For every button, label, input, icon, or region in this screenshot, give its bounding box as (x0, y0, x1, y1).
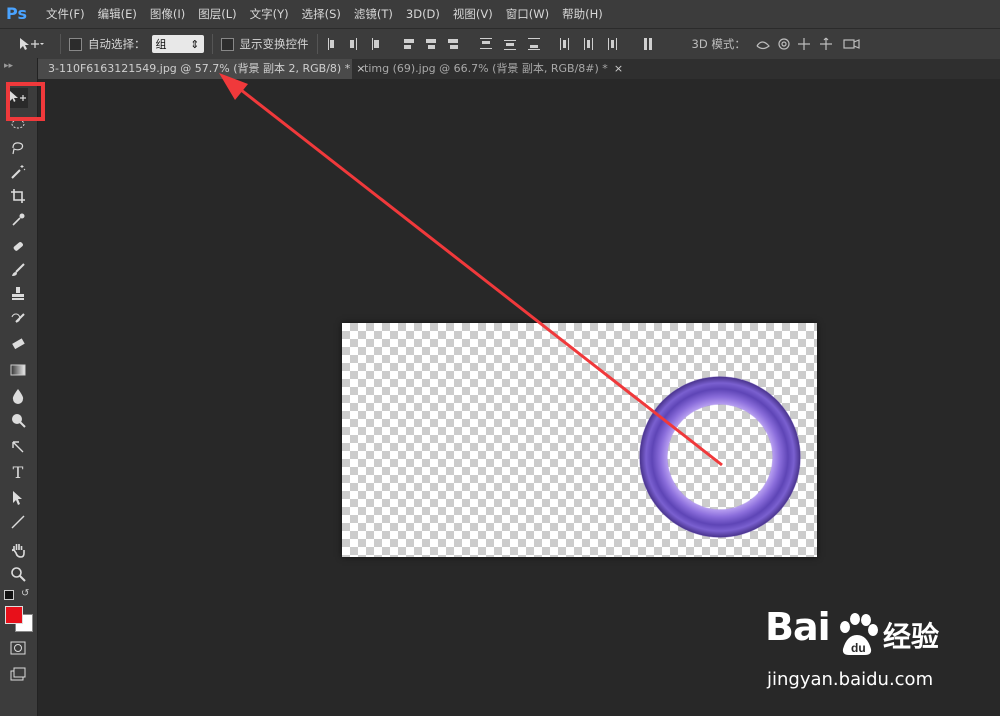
history-brush-tool[interactable] (8, 310, 28, 330)
menu-view[interactable]: 视图(V) (453, 6, 493, 22)
collapse-icon[interactable]: ▸▸ (4, 61, 13, 71)
magic-wand-icon (11, 165, 26, 179)
tab-document-1[interactable]: 3-110F6163121549.jpg @ 57.7% (背景 副本 2, R… (38, 59, 365, 79)
tab-document-2[interactable]: timg (69).jpg @ 66.7% (背景 副本, RGB/8#) * × (354, 59, 654, 79)
path-select-icon (13, 491, 22, 505)
line-icon (11, 515, 25, 529)
chevron-updown-icon: ⇕ (190, 37, 200, 51)
baidu-paw-icon: du (840, 613, 878, 655)
foreground-color-swatch[interactable] (5, 606, 23, 624)
hand-icon (11, 544, 25, 558)
swap-colors-icon[interactable]: ↺ (21, 588, 29, 599)
tab-label: 3-110F6163121549.jpg @ 57.7% (背景 副本 2, R… (48, 62, 351, 75)
hand-tool[interactable] (8, 540, 28, 560)
watermark-logo: Bai (765, 605, 831, 649)
baidu-watermark: Bai du 经验 jingyan.baidu.com (765, 605, 995, 695)
menu-select[interactable]: 选择(S) (302, 6, 341, 22)
menu-bar: Ps 文件(F) 编辑(E) 图像(I) 图层(L) 文字(Y) 选择(S) 滤… (0, 0, 1000, 28)
options-bar: 自动选择： 组 ⇕ 显示变换控件 3D 模式： (0, 28, 1000, 60)
screen-mode-icon (10, 667, 26, 681)
healing-brush-tool[interactable] (8, 236, 28, 256)
eyedropper-icon (12, 213, 25, 226)
path-select-tool[interactable] (8, 488, 28, 508)
menu-filter[interactable]: 滤镜(T) (354, 6, 393, 22)
gradient-tool[interactable] (8, 360, 28, 380)
crop-icon (11, 189, 25, 203)
quick-mask-button[interactable] (8, 638, 28, 658)
marquee-tool[interactable] (8, 114, 28, 134)
menu-edit[interactable]: 编辑(E) (98, 6, 137, 22)
ps-logo: Ps (6, 4, 27, 23)
blur-tool[interactable] (8, 386, 28, 406)
toolbox: ▸▸ T ↺ (0, 58, 38, 716)
move-tool[interactable] (8, 88, 28, 108)
history-brush-icon (11, 313, 25, 323)
default-colors-icon[interactable] (4, 590, 14, 600)
eyedropper-tool[interactable] (8, 210, 28, 230)
separator (316, 34, 318, 54)
type-tool[interactable]: T (8, 462, 28, 482)
3d-mode-icons[interactable] (754, 36, 874, 52)
clone-stamp-icon (12, 287, 24, 300)
dodge-icon (12, 414, 26, 428)
healing-brush-icon (13, 242, 23, 251)
close-icon[interactable]: × (614, 62, 623, 75)
separator (211, 34, 213, 54)
line-tool[interactable] (8, 512, 28, 532)
menu-help[interactable]: 帮助(H) (562, 6, 603, 22)
move-tool-icon (20, 38, 44, 50)
tool-preset-picker[interactable] (18, 37, 52, 51)
document-tabs: 3-110F6163121549.jpg @ 57.7% (背景 副本 2, R… (38, 59, 1000, 79)
svg-text:du: du (851, 641, 866, 655)
zoom-tool[interactable] (8, 564, 28, 584)
document-canvas[interactable] (342, 323, 817, 557)
separator (60, 34, 61, 54)
tab-label: timg (69).jpg @ 66.7% (背景 副本, RGB/8#) * (364, 62, 608, 75)
purple-ring-image (639, 376, 801, 538)
lasso-tool[interactable] (8, 138, 28, 158)
menu-file[interactable]: 文件(F) (46, 6, 85, 22)
eraser-icon (12, 338, 25, 350)
auto-select-dropdown[interactable]: 组 ⇕ (151, 35, 204, 53)
crop-tool[interactable] (8, 186, 28, 206)
eraser-tool[interactable] (8, 334, 28, 354)
pen-icon (12, 441, 24, 453)
mode-3d-label: 3D 模式： (691, 37, 746, 51)
type-icon: T (12, 462, 24, 482)
clone-stamp-tool[interactable] (8, 284, 28, 304)
pen-tool[interactable] (8, 438, 28, 458)
brush-icon (12, 263, 25, 276)
menu-layer[interactable]: 图层(L) (198, 6, 236, 22)
magic-wand-tool[interactable] (8, 162, 28, 182)
show-transform-label: 显示变换控件 (239, 37, 309, 51)
marquee-icon (11, 119, 25, 129)
zoom-icon (11, 567, 26, 582)
menu-image[interactable]: 图像(I) (150, 6, 185, 22)
brush-tool[interactable] (8, 260, 28, 280)
watermark-suffix: 经验 (883, 620, 940, 653)
menu-3d[interactable]: 3D(D) (406, 7, 440, 21)
menu-type[interactable]: 文字(Y) (250, 6, 289, 22)
blur-icon (12, 389, 24, 404)
move-tool-icon (10, 91, 26, 102)
gradient-icon (10, 364, 26, 376)
auto-select-value: 组 (155, 38, 167, 51)
quick-mask-icon (10, 641, 26, 655)
auto-select-label: 自动选择： (88, 37, 146, 51)
show-transform-checkbox[interactable] (220, 37, 234, 51)
screen-mode-button[interactable] (8, 664, 28, 684)
align-distribute-icons[interactable] (326, 36, 686, 52)
menu-window[interactable]: 窗口(W) (506, 6, 549, 22)
watermark-url: jingyan.baidu.com (767, 669, 934, 690)
dodge-tool[interactable] (8, 410, 28, 430)
lasso-icon (12, 142, 24, 155)
auto-select-checkbox[interactable] (69, 37, 82, 51)
